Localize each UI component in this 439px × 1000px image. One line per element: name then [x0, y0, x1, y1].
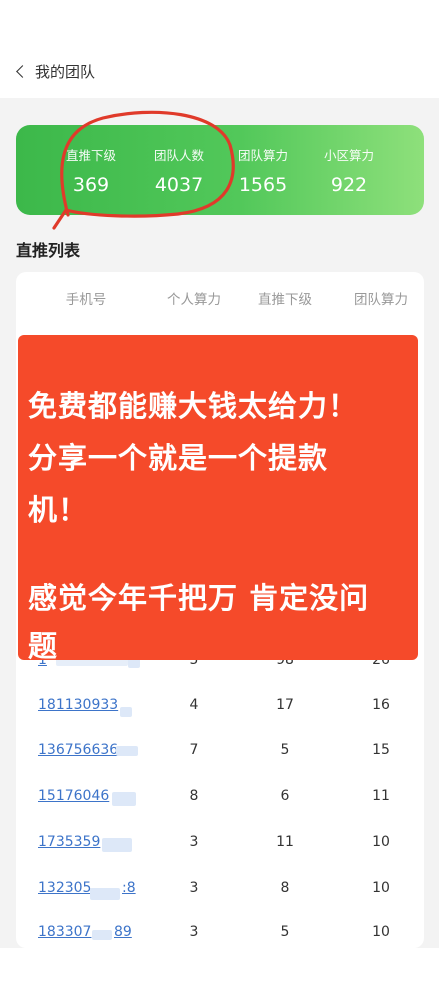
- stat-zone-power: 小区算力 922: [304, 145, 394, 196]
- redaction-blur: [112, 792, 136, 806]
- personal-power-cell: 3: [189, 834, 199, 850]
- phone-link-tail[interactable]: :8: [122, 880, 142, 896]
- phone-link-tail[interactable]: 89: [114, 924, 138, 940]
- bottom-area: [0, 948, 439, 1000]
- personal-power-cell: 7: [189, 742, 199, 758]
- column-header-team-power: 团队算力: [354, 292, 408, 308]
- column-header-phone: 手机号: [65, 292, 107, 308]
- overlay-line: 分享一个就是一个提款: [28, 441, 329, 475]
- stat-direct: 直推下级 369: [46, 145, 136, 196]
- team-power-cell: 10: [372, 880, 390, 896]
- redaction-blur: [116, 746, 138, 756]
- top-bar: 我的团队: [0, 0, 439, 100]
- promo-overlay: 免费都能赚大钱太给力！ 分享一个就是一个提款 机！ 感觉今年千把万 肯定没问 题: [18, 335, 418, 663]
- personal-power-cell: 4: [189, 697, 199, 713]
- redaction-blur: [90, 888, 120, 900]
- stat-label: 团队算力: [237, 148, 288, 163]
- personal-power-cell: 3: [189, 880, 199, 896]
- stat-value: 4037: [154, 174, 204, 196]
- stat-value: 1565: [238, 174, 288, 196]
- page-title: 我的团队: [35, 63, 96, 81]
- direct-cell: 5: [280, 742, 290, 758]
- redaction-blur: [120, 707, 132, 717]
- redaction-blur: [102, 838, 132, 852]
- direct-cell: 17: [276, 697, 294, 713]
- direct-cell: 11: [276, 834, 294, 850]
- personal-power-cell: 8: [189, 788, 199, 804]
- direct-cell: 6: [280, 788, 290, 804]
- table-row[interactable]: 136756636 7 5 15: [16, 742, 424, 772]
- stat-team-members: 团队人数 4037: [134, 145, 224, 196]
- redaction-blur: [92, 930, 112, 940]
- team-power-cell: 15: [372, 742, 390, 758]
- stat-value: 369: [72, 174, 110, 196]
- column-header-direct: 直推下级: [258, 292, 312, 308]
- team-stats-panel: 直推下级 369 团队人数 4037 团队算力 1565 小区算力 922: [16, 125, 424, 215]
- overlay-line: 免费都能赚大钱太给力！: [28, 389, 359, 423]
- stat-team-power: 团队算力 1565: [218, 145, 308, 196]
- overlay-line: 机！: [28, 493, 89, 527]
- personal-power-cell: 3: [189, 924, 199, 940]
- direct-cell: 5: [280, 924, 290, 940]
- team-power-cell: 16: [372, 697, 390, 713]
- table-row[interactable]: 181130933 4 17 16: [16, 697, 424, 727]
- team-power-cell: 10: [372, 924, 390, 940]
- stat-label: 团队人数: [153, 148, 204, 163]
- stat-label: 直推下级: [65, 148, 116, 163]
- table-row[interactable]: 1735359 3 11 10: [16, 834, 424, 864]
- overlay-line: 题: [28, 629, 59, 663]
- stat-value: 922: [330, 174, 368, 196]
- column-header-personal-power: 个人算力: [167, 292, 221, 308]
- team-power-cell: 11: [372, 788, 390, 804]
- back-button[interactable]: 我的团队: [16, 61, 96, 82]
- team-power-cell: 10: [372, 834, 390, 850]
- stat-label: 小区算力: [323, 148, 374, 163]
- table-row[interactable]: 15176046 8 6 11: [16, 788, 424, 818]
- direct-cell: 8: [280, 880, 290, 896]
- overlay-line: 感觉今年千把万 肯定没问: [28, 581, 370, 615]
- table-header: 手机号 个人算力 直推下级 团队算力: [16, 288, 424, 308]
- list-title: 直推列表: [16, 241, 81, 260]
- table-row[interactable]: 132305 :8 3 8 10: [16, 880, 424, 910]
- chevron-left-icon: [16, 65, 29, 78]
